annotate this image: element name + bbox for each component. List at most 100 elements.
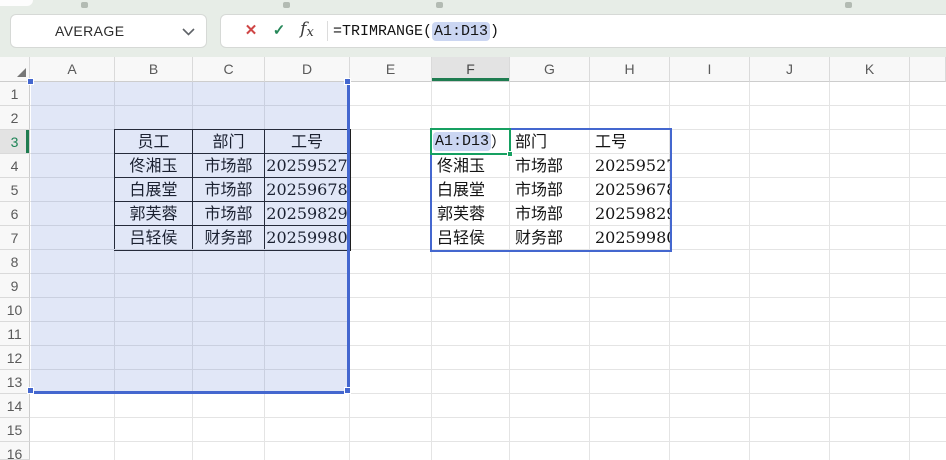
gridline-h: [30, 417, 946, 418]
column-header-a[interactable]: A: [30, 57, 115, 82]
table-cell[interactable]: 市场部: [510, 154, 590, 178]
fill-handle[interactable]: [507, 151, 513, 157]
ribbon-icon: [283, 2, 290, 8]
table-header-cell[interactable]: 部门: [192, 129, 264, 153]
table-cell[interactable]: 20259829: [590, 202, 670, 226]
table-cell[interactable]: 市场部: [192, 177, 264, 201]
formula-bar-divider: [327, 21, 328, 41]
table-cell[interactable]: 20259980: [264, 225, 349, 249]
gridline-h: [30, 369, 946, 370]
selection-handle-top-left[interactable]: [27, 78, 34, 85]
row-header-6[interactable]: 6: [0, 202, 30, 226]
cancel-icon[interactable]: ✕: [237, 15, 265, 47]
cell-range-reference: A1:D13: [433, 132, 491, 151]
selection-border-right: [347, 82, 350, 394]
select-all-button[interactable]: [0, 57, 30, 82]
table-header-cell[interactable]: 工号: [590, 130, 670, 154]
column-header-b[interactable]: B: [115, 57, 193, 82]
ribbon-icon: [81, 2, 88, 8]
table-cell[interactable]: 20259527: [264, 153, 349, 177]
table-cell[interactable]: 市场部: [510, 178, 590, 202]
row-header-10[interactable]: 10: [0, 298, 30, 322]
table-header-cell[interactable]: 部门: [510, 130, 590, 154]
table-cell[interactable]: 佟湘玉: [432, 154, 510, 178]
source-table[interactable]: 员工 部门 工号 佟湘玉 市场部 20259527 白展堂 市场部 202596…: [114, 129, 351, 251]
table-cell[interactable]: 吕轻侯: [114, 225, 192, 249]
table-cell[interactable]: 20259678: [264, 177, 349, 201]
ribbon-tab-remnant: [0, 0, 33, 6]
formula-suffix: ): [490, 23, 499, 40]
column-header-h[interactable]: H: [590, 57, 670, 82]
column-header-i[interactable]: I: [670, 57, 750, 82]
column-header-k[interactable]: K: [830, 57, 910, 82]
spreadsheet-app: AVERAGE ✕ ✓ fx =TRIMRANGE(A1:D13) A B C …: [0, 0, 946, 460]
column-header-f[interactable]: F: [432, 57, 510, 82]
table-cell[interactable]: 郭芙蓉: [432, 202, 510, 226]
name-box-value: AVERAGE: [11, 23, 124, 39]
active-cell-editor[interactable]: A1:D13）: [430, 128, 511, 155]
sheet-grid: A B C D E F G H I J K 1 2 3 4 5 6 7 8 9 …: [0, 57, 946, 460]
table-header-cell[interactable]: 工号: [264, 129, 349, 153]
table-cell[interactable]: 郭芙蓉: [114, 201, 192, 225]
row-header-3[interactable]: 3: [0, 130, 30, 154]
column-header-g[interactable]: G: [510, 57, 590, 82]
table-cell[interactable]: 市场部: [510, 202, 590, 226]
row-header-12[interactable]: 12: [0, 346, 30, 370]
table-cell[interactable]: 市场部: [192, 153, 264, 177]
column-header-partial[interactable]: [910, 57, 946, 82]
row-header-4[interactable]: 4: [0, 154, 30, 178]
formula-prefix: =TRIMRANGE(: [333, 23, 432, 40]
ribbon-icon: [845, 2, 852, 8]
table-cell[interactable]: 20259527: [590, 154, 670, 178]
gridline-h: [30, 441, 946, 442]
formula-row: AVERAGE ✕ ✓ fx =TRIMRANGE(A1:D13): [0, 12, 946, 57]
row-header-9[interactable]: 9: [0, 274, 30, 298]
table-cell[interactable]: 白展堂: [432, 178, 510, 202]
column-header-c[interactable]: C: [193, 57, 265, 82]
gridline-v: [829, 82, 830, 460]
column-header-j[interactable]: J: [750, 57, 830, 82]
name-box[interactable]: AVERAGE: [10, 14, 207, 48]
table-cell[interactable]: 白展堂: [114, 177, 192, 201]
row-header-1[interactable]: 1: [0, 82, 30, 106]
table-cell[interactable]: 佟湘玉: [114, 153, 192, 177]
table-cell[interactable]: 财务部: [192, 225, 264, 249]
gridline-v: [749, 82, 750, 460]
formula-bar[interactable]: ✕ ✓ fx =TRIMRANGE(A1:D13): [220, 14, 946, 48]
formula-input[interactable]: =TRIMRANGE(A1:D13): [333, 23, 499, 40]
selection-border-bottom: [31, 391, 350, 394]
table-cell[interactable]: 财务部: [510, 226, 590, 250]
gridline-h: [30, 273, 946, 274]
table-cell[interactable]: 20259980: [590, 226, 670, 250]
row-header-7[interactable]: 7: [0, 226, 30, 250]
column-header-e[interactable]: E: [350, 57, 432, 82]
row-header-15[interactable]: 15: [0, 418, 30, 442]
table-cell[interactable]: 吕轻侯: [432, 226, 510, 250]
row-header-8[interactable]: 8: [0, 250, 30, 274]
selection-handle-bottom-right[interactable]: [344, 387, 351, 394]
selection-handle-bottom-left[interactable]: [27, 387, 34, 394]
row-header-11[interactable]: 11: [0, 322, 30, 346]
row-header-16[interactable]: 16: [0, 442, 30, 460]
row-header-5[interactable]: 5: [0, 178, 30, 202]
table-cell[interactable]: 20259829: [264, 201, 349, 225]
selection-handle-top-right[interactable]: [344, 78, 351, 85]
table-cell[interactable]: 市场部: [192, 201, 264, 225]
row-header-14[interactable]: 14: [0, 394, 30, 418]
formula-range-reference: A1:D13: [432, 22, 490, 41]
row-header-13[interactable]: 13: [0, 370, 30, 394]
ribbon-strip: [0, 0, 946, 12]
gridline-h: [30, 321, 946, 322]
table-cell[interactable]: 20259678: [590, 178, 670, 202]
table-header-cell[interactable]: 员工: [114, 129, 192, 153]
ribbon-icon: [436, 2, 443, 8]
column-header-d[interactable]: D: [265, 57, 350, 82]
insert-function-icon[interactable]: fx: [293, 13, 321, 49]
gridline-h: [30, 297, 946, 298]
chevron-down-icon[interactable]: [182, 28, 195, 36]
gridline-h: [30, 345, 946, 346]
gridline-h: [30, 105, 946, 106]
select-all-triangle-icon: [17, 68, 26, 77]
row-header-2[interactable]: 2: [0, 106, 30, 130]
confirm-icon[interactable]: ✓: [265, 15, 293, 47]
